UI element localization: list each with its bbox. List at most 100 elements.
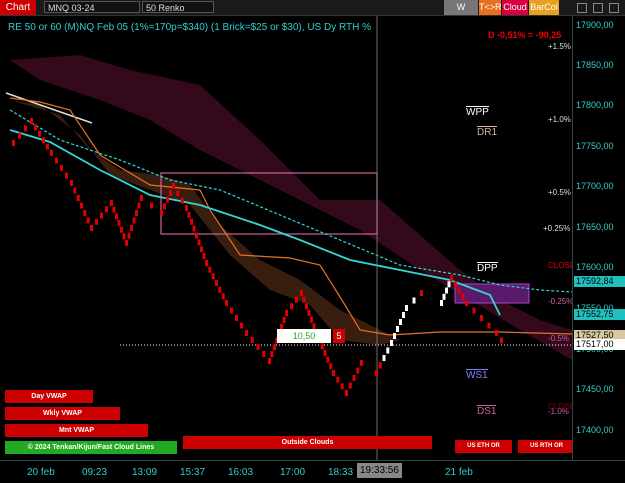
renko-brick — [272, 344, 276, 351]
change-readout: D -0,51% = -90,25 — [488, 30, 562, 40]
renko-brick — [73, 187, 77, 194]
renko-brick — [42, 137, 45, 144]
renko-brick — [125, 240, 128, 246]
renko-brick — [356, 367, 360, 374]
time-tick: 13:09 — [132, 467, 158, 478]
day-vwap-button[interactable]: Day VWAP — [5, 390, 93, 403]
renko-brick — [375, 370, 378, 376]
renko-brick — [195, 232, 198, 239]
cloud-upper — [10, 55, 572, 360]
renko-brick — [235, 315, 238, 321]
time-tick: 17:00 — [280, 467, 306, 478]
cloud-lines-button[interactable]: © 2024 Tenkan/Kijun/Fast Cloud Lines — [5, 441, 177, 454]
w-vwap-button[interactable]: W VWAP — [444, 0, 478, 27]
pct-label: +1.0% — [548, 115, 571, 124]
renko-brick — [399, 319, 402, 325]
time-tick: 09:23 — [82, 467, 108, 478]
renko-brick — [378, 362, 382, 369]
chart-menu-button[interactable]: Chart — [0, 0, 36, 15]
pct-label: +0.5% — [548, 188, 571, 197]
renko-brick — [262, 351, 266, 357]
dpp-label: DPP — [477, 262, 498, 274]
ws1-label: WS1 — [466, 369, 488, 381]
renko-brick — [405, 305, 408, 311]
brick-size-box: 10,50 — [277, 329, 331, 343]
renko-brick — [115, 213, 118, 220]
price-tick: 17850,00 — [576, 60, 614, 70]
renko-brick — [218, 286, 222, 293]
renko-brick — [360, 360, 363, 366]
renko-brick — [200, 246, 203, 253]
renko-brick — [500, 337, 503, 344]
renko-brick — [24, 125, 27, 132]
us-eth-or-button[interactable]: US ETH OR — [455, 440, 512, 453]
renko-brick — [34, 124, 37, 131]
price-tag-last: 17517,00 — [574, 339, 625, 350]
renko-brick — [60, 165, 63, 171]
renko-brick — [221, 293, 225, 300]
renko-brick — [270, 351, 274, 358]
pct-label: -0.25% — [548, 297, 574, 306]
renko-brick — [332, 370, 335, 376]
renko-brick — [386, 347, 390, 354]
bar-type-selector[interactable]: 50 Renko — [142, 1, 214, 13]
renko-brick — [340, 383, 344, 390]
cloud-button[interactable]: Cloud — [502, 0, 528, 15]
outside-clouds-button[interactable]: Outside Clouds — [183, 436, 432, 449]
renko-brick — [302, 296, 306, 303]
price-tag-vwap2: 17552,75 — [574, 309, 625, 320]
renko-brick — [176, 190, 180, 197]
time-tick: 16:03 — [228, 467, 254, 478]
renko-brick — [256, 344, 260, 350]
chart-toolbar: Chart MNQ 03-24 50 Renko W VWAP T<>R Clo… — [0, 0, 625, 27]
price-tick: 17900,00 — [576, 20, 614, 30]
renko-brick — [225, 300, 228, 306]
renko-brick — [453, 281, 457, 288]
time-axis[interactable]: 20 feb 09:23 13:09 15:37 16:03 17:00 18:… — [0, 460, 625, 483]
pct-label: +0.25% — [543, 224, 571, 233]
price-tick: 17800,00 — [576, 100, 614, 110]
renko-brick — [310, 316, 313, 323]
time-tick: 20 feb — [27, 467, 55, 478]
renko-brick — [185, 205, 188, 211]
renko-brick — [80, 202, 83, 209]
renko-brick — [110, 200, 113, 206]
renko-brick — [305, 303, 308, 310]
restore-icon[interactable] — [593, 3, 603, 13]
maximize-icon[interactable] — [577, 3, 587, 13]
price-tick: 17650,00 — [576, 222, 614, 232]
renko-brick — [83, 210, 87, 216]
dr1-label: DR1 — [477, 126, 498, 138]
renko-brick — [442, 293, 446, 300]
renko-brick — [329, 363, 333, 370]
trend-line — [5, 92, 93, 124]
price-tick: 17600,00 — [576, 262, 614, 272]
barcol-button[interactable]: BarCol — [529, 0, 559, 15]
renko-brick — [117, 220, 121, 226]
renko-brick — [12, 140, 15, 146]
us-rth-or-button[interactable]: US RTH OR — [518, 440, 575, 453]
trend-reversal-button[interactable]: T<>R — [479, 0, 502, 15]
price-tick: 17750,00 — [576, 141, 614, 151]
close-icon[interactable] — [609, 3, 619, 13]
renko-brick — [76, 195, 80, 201]
chart-plot-area[interactable]: RE 50 or 60 (M)NQ Feb 05 (1%=170p=$340) … — [0, 16, 575, 460]
price-axis[interactable]: 17900,00 17850,00 17800,00 17750,00 1770… — [572, 16, 625, 460]
ds1-label: DS1 — [477, 405, 497, 417]
renko-brick — [100, 212, 103, 219]
mnt-vwap-button[interactable]: Mnt VWAP — [5, 424, 148, 437]
instrument-selector[interactable]: MNQ 03-24 — [44, 1, 140, 13]
renko-brick — [30, 118, 33, 124]
renko-brick — [172, 183, 175, 189]
renko-brick — [132, 217, 136, 224]
renko-brick — [70, 180, 73, 186]
time-tick: 18:33 — [328, 467, 354, 478]
renko-brick — [445, 287, 448, 294]
renko-brick — [352, 375, 356, 381]
renko-brick — [122, 233, 126, 240]
pct-label: -0.5% — [548, 334, 569, 343]
brick-count-box: 5 — [333, 329, 345, 343]
wkly-vwap-button[interactable]: Wkly VWAP — [5, 407, 120, 420]
renko-brick — [169, 189, 172, 196]
chart-title: RE 50 or 60 (M)NQ Feb 05 (1%=170p=$340) … — [8, 22, 372, 33]
